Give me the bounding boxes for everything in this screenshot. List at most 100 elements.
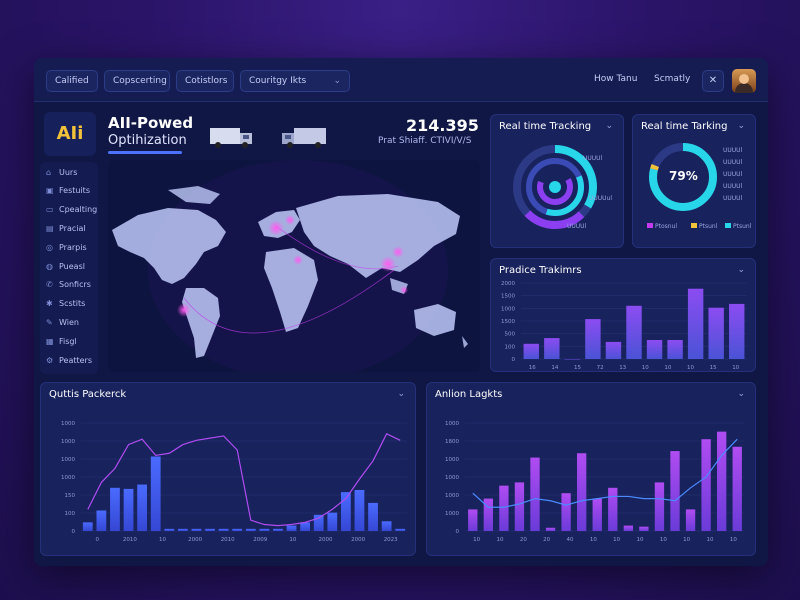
top-link-1[interactable]: How Tanu	[594, 74, 637, 84]
sidebar-item-1[interactable]: ⌂ Uurs	[46, 168, 77, 177]
bar	[82, 522, 93, 531]
page-title-line2: Optihization	[108, 133, 187, 148]
outputs-title: Quttis Packerck	[49, 389, 127, 400]
bar	[585, 319, 601, 359]
bar	[273, 528, 283, 531]
doc-icon: ▦	[46, 337, 54, 346]
series-line	[472, 438, 738, 508]
bar	[564, 359, 581, 360]
practice-title: Pradice Trakimrs	[499, 265, 582, 276]
avatar[interactable]	[732, 69, 756, 93]
sidebar-item-11[interactable]: ⚙ Peatters	[46, 356, 92, 365]
bar	[523, 343, 539, 359]
chevron-down-icon[interactable]: ⌄	[737, 389, 745, 399]
x-tick-label: 10	[732, 365, 739, 371]
realtime-tracking-card-1[interactable]: Real time Tracking ⌄ UUUUl UUUUul UUUUl	[490, 114, 624, 248]
bar	[592, 498, 602, 531]
y-tick-label: 1000	[501, 306, 515, 312]
y-tick-label: 1000	[61, 475, 75, 481]
sidebar-item-10[interactable]: ▦ Fisgl	[46, 337, 77, 346]
y-tick-label: 1000	[445, 493, 459, 499]
nav-pill-3[interactable]: Cotistlors	[176, 70, 234, 92]
series-line	[87, 433, 401, 527]
bar	[123, 488, 134, 531]
legend-item: UUUUl	[723, 171, 743, 178]
bar	[654, 482, 665, 531]
bar	[368, 502, 378, 531]
bar	[110, 487, 120, 531]
user-icon[interactable]: ✕	[702, 70, 724, 92]
chevron-down-icon[interactable]: ⌄	[397, 389, 405, 399]
bar	[626, 305, 642, 359]
top-link-2[interactable]: Scmatly	[654, 74, 690, 84]
sidebar-item-6[interactable]: ◍ Pueasl	[46, 262, 85, 271]
bar	[687, 288, 704, 359]
nav-pill-2[interactable]: Copscerting	[104, 70, 170, 92]
users-icon: ◎	[46, 243, 53, 252]
x-tick-label: 10	[660, 537, 667, 543]
bar	[545, 527, 556, 531]
world-map[interactable]	[108, 160, 480, 372]
bar	[577, 453, 587, 531]
sidebar-item-4[interactable]: ▤ Pracial	[46, 224, 86, 233]
x-tick-label: 10	[289, 537, 296, 543]
bar	[499, 485, 509, 531]
outputs-card[interactable]: 1000 1000 1000 1000 150 100 0 0 2010 10 2000 2010 20…	[40, 382, 416, 556]
chevron-down-icon[interactable]: ⌄	[737, 121, 745, 131]
bar	[205, 528, 215, 531]
bar	[150, 456, 161, 531]
x-tick-label: 10	[730, 537, 737, 543]
bar	[137, 484, 148, 531]
sidebar-item-8[interactable]: ✱ Scstits	[46, 299, 85, 308]
truck-icon	[282, 128, 326, 148]
x-tick-label: 2000	[188, 537, 202, 543]
sidebar-item-7[interactable]: ✆ Sonficrs	[46, 280, 91, 289]
donut-percent: 79%	[669, 169, 698, 183]
tracking2-title: Real time Tarking	[641, 121, 728, 132]
label: UUUUl	[567, 223, 587, 230]
sidebar-item-5[interactable]: ◎ Prarpis	[46, 243, 87, 252]
x-tick-label: 10	[473, 537, 480, 543]
anlion-card[interactable]: 1000 1800 1000 1000 1000 1000 0 10 10 20 20 40 10 10 1…	[426, 382, 756, 556]
tracking1-title: Real time Tracking	[499, 121, 592, 132]
home-icon: ⌂	[46, 168, 52, 177]
sidebar-item-2[interactable]: ▣ Festuits	[46, 186, 90, 195]
x-tick-label: 10	[642, 365, 649, 371]
bar	[381, 521, 392, 531]
x-tick-label: 16	[529, 365, 536, 371]
realtime-tracking-card-2[interactable]: 79% Real time Tarking ⌄ UUUUl UUUUl UUUU…	[632, 114, 756, 248]
box-icon: ▣	[46, 186, 54, 195]
x-tick-label: 20	[543, 537, 550, 543]
y-tick-label: 1000	[445, 511, 459, 517]
y-tick-label: 1500	[501, 319, 515, 325]
bar	[395, 528, 406, 531]
label: UUUUl	[583, 155, 603, 162]
bar	[729, 303, 745, 359]
x-tick-label: 10	[637, 537, 644, 543]
bar	[218, 528, 229, 531]
bar	[514, 482, 525, 531]
nav-pill-1[interactable]: Calified	[46, 70, 98, 92]
x-tick-label: 40	[567, 537, 574, 543]
bar	[639, 526, 649, 531]
nav-dropdown[interactable]: Couritgy Ikts ⌄	[240, 70, 350, 92]
sidebar-item-9[interactable]: ✎ Wien	[46, 318, 79, 327]
y-tick-label: 1000	[61, 421, 75, 427]
practice-card[interactable]: 2000 1500 1000 1500 500 100 0 16 14 15 72 13 10 10 10 1…	[490, 258, 756, 372]
title-underline	[108, 151, 182, 154]
chevron-down-icon[interactable]: ⌄	[737, 265, 745, 275]
sidebar-item-3[interactable]: ▭ Cpealting	[46, 205, 97, 214]
bar	[732, 446, 742, 531]
top-bar: Calified Copscerting Cotistlors Couritgy…	[34, 58, 768, 102]
legend-item: UUUUl	[723, 159, 743, 166]
x-tick-label: 15	[574, 365, 581, 371]
x-tick-label: 10	[683, 537, 690, 543]
x-tick-label: 2010	[123, 537, 137, 543]
bar	[685, 509, 696, 531]
legend-item: Ptsunl	[733, 223, 752, 230]
chevron-down-icon[interactable]: ⌄	[605, 121, 613, 131]
y-tick-label: 100	[505, 344, 516, 350]
x-tick-label: 10	[497, 537, 504, 543]
y-tick-label: 1000	[61, 457, 75, 463]
bar	[313, 514, 324, 531]
